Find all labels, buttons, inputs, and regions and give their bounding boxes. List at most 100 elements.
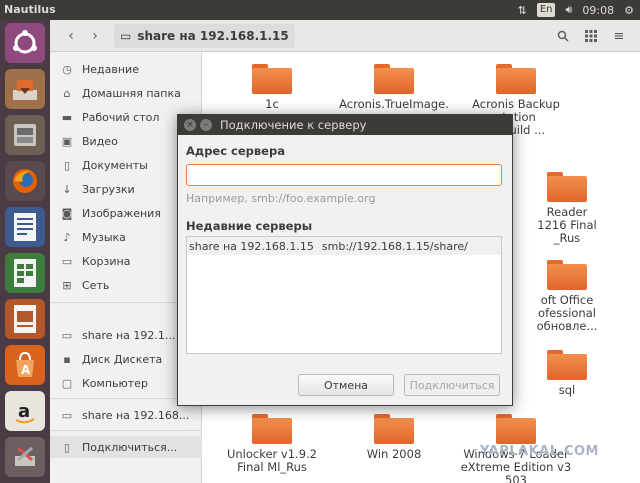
calc-icon[interactable] <box>5 253 45 293</box>
desktop-icon: ▬ <box>61 110 73 124</box>
sidebar-item-home[interactable]: ⌂ Домашняя папка <box>50 82 202 104</box>
svg-text:a: a <box>18 401 30 422</box>
folder-item[interactable]: Win 2008 <box>334 414 454 461</box>
amazon-icon[interactable]: a <box>5 391 45 431</box>
software-center-icon[interactable]: A <box>5 345 45 385</box>
svg-text:A: A <box>21 363 31 377</box>
network-icon: ⊞ <box>62 278 72 292</box>
cancel-button[interactable]: Отмена <box>298 374 394 396</box>
sidebar-item-label: share на 192.168... <box>82 408 190 422</box>
clock[interactable]: 09:08 <box>582 4 614 17</box>
sidebar-item-label: Изображения <box>82 206 161 220</box>
hamburger-icon: ≡ <box>613 28 625 44</box>
volume-icon[interactable]: 🔊︎ <box>565 3 572 17</box>
server-address-hint: Например, smb://foo.example.org <box>186 192 376 205</box>
server-address-label: Адрес сервера <box>186 144 285 158</box>
video-icon: ▣ <box>61 134 73 148</box>
folder-item[interactable]: sql <box>512 350 622 397</box>
forward-button[interactable]: › <box>84 25 106 47</box>
network-transfer-icon[interactable]: ⇅ <box>518 4 527 17</box>
app-name: Nautilus <box>4 3 56 16</box>
sidebar-item-label: Подключиться... <box>82 440 178 454</box>
writer-icon[interactable] <box>5 207 45 247</box>
network-share-icon: ▭ <box>120 29 132 43</box>
sidebar-item-label: Сеть <box>82 278 110 292</box>
folder-icon <box>496 64 536 94</box>
folder-item[interactable]: oft Office ofessional обновле... <box>512 260 622 333</box>
recent-server-row[interactable]: share на 192.168.1.15 smb://192.168.1.15… <box>187 237 501 255</box>
download-icon: ↓ <box>62 182 72 196</box>
document-icon: ▯ <box>63 158 71 172</box>
dialog-titlebar: × – Подключение к серверу <box>178 115 512 135</box>
sidebar-item-connect[interactable]: ▯ Подключиться... <box>50 436 202 458</box>
folder-item[interactable]: Acronis.TrueImage. <box>334 64 454 111</box>
sidebar-item-label: Недавние <box>82 62 139 76</box>
path-bar-button[interactable]: ▭ share на 192.168.1.15 <box>114 24 295 48</box>
trash-icon: ▭ <box>61 254 73 268</box>
network-share-icon: ▭ <box>61 328 73 342</box>
back-button[interactable]: ‹ <box>60 25 82 47</box>
system-tools-icon[interactable] <box>5 437 45 477</box>
recent-servers-list[interactable]: share на 192.168.1.15 smb://192.168.1.15… <box>186 236 502 354</box>
folder-item[interactable]: 1c <box>212 64 332 111</box>
folder-icon <box>547 172 587 202</box>
firefox-icon[interactable] <box>5 161 45 201</box>
chevron-right-icon: › <box>92 28 98 44</box>
camera-icon: ◙ <box>61 206 73 220</box>
folder-icon <box>252 64 292 94</box>
chevron-left-icon: ‹ <box>68 28 74 44</box>
power-gear-icon[interactable]: ⚙ <box>624 4 634 17</box>
search-button[interactable] <box>552 25 574 47</box>
sidebar-item-label: share на 192.1... <box>82 328 176 342</box>
folder-icon <box>547 350 587 380</box>
recent-icon: ◷ <box>62 62 72 76</box>
sidebar-item-label: Домашняя папка <box>82 86 181 100</box>
close-icon: × <box>186 120 194 130</box>
folder-item[interactable]: Unlocker v1.9.2 Final Ml_Rus <box>212 414 332 474</box>
folder-label: Win 2008 <box>366 447 422 461</box>
recent-servers-label: Недавние серверы <box>186 219 313 233</box>
view-toggle-button[interactable] <box>580 25 602 47</box>
connect-button[interactable]: Подключиться <box>404 374 500 396</box>
folder-item[interactable]: Reader 1216 Final _Rus <box>512 172 622 245</box>
connect-to-server-dialog: × – Подключение к серверу Адрес сервера … <box>177 114 513 406</box>
connect-icon: ▯ <box>63 440 71 454</box>
folder-label: Acronis.TrueImage. <box>339 97 449 111</box>
folder-icon <box>374 64 414 94</box>
folder-icon <box>547 260 587 290</box>
toolbar: ‹ › ▭ share на 192.168.1.15 ≡ <box>50 20 640 52</box>
sidebar-item-label: Рабочий стол <box>82 110 160 124</box>
floppy-icon: ▪ <box>63 352 71 366</box>
dialog-title: Подключение к серверу <box>220 118 367 132</box>
ubuntu-dash-icon[interactable] <box>5 23 45 63</box>
install-icon[interactable] <box>5 69 45 109</box>
watermark: YAPLAKAL.COM <box>480 444 599 459</box>
folder-label: sql <box>558 383 576 397</box>
folder-label: обновле... <box>536 319 598 333</box>
folder-label: 1c <box>265 97 279 111</box>
folder-icon <box>252 414 292 444</box>
server-address-input[interactable] <box>186 164 502 186</box>
sidebar-item-share-2[interactable]: ▭ share на 192.168... <box>50 404 202 426</box>
impress-icon[interactable] <box>5 299 45 339</box>
launcher: A a <box>0 20 50 483</box>
file-cabinet-icon[interactable] <box>5 115 45 155</box>
keyboard-layout-indicator[interactable]: En <box>536 3 556 17</box>
folder-icon <box>496 414 536 444</box>
home-icon: ⌂ <box>63 86 71 100</box>
folder-label: 503 <box>505 473 527 483</box>
sidebar-item-label: Загрузки <box>82 182 135 196</box>
sidebar-item-label: Корзина <box>82 254 131 268</box>
folder-icon <box>374 414 414 444</box>
folder-label: Final Ml_Rus <box>237 460 307 474</box>
recent-server-name: share на 192.168.1.15 <box>189 239 314 253</box>
sidebar-item-recent[interactable]: ◷ Недавние <box>50 58 202 80</box>
computer-icon: ▢ <box>61 376 73 390</box>
system-tray: ⇅ En 🔊︎ 09:08 ⚙ <box>518 0 634 20</box>
grid-view-icon <box>585 30 597 42</box>
menu-button[interactable]: ≡ <box>608 25 630 47</box>
sidebar-item-label: Диск Дискета <box>82 352 163 366</box>
network-share-icon: ▭ <box>61 408 73 422</box>
close-button[interactable]: × <box>184 119 196 131</box>
minimize-button[interactable]: – <box>200 119 212 131</box>
